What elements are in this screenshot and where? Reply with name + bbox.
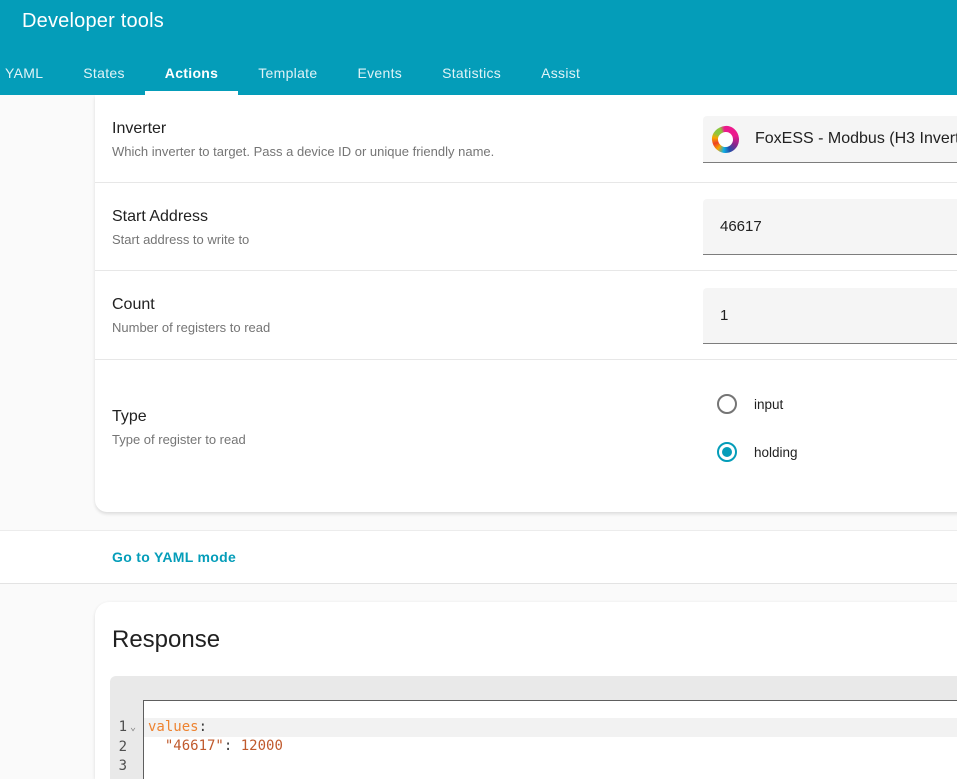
app-header: Developer tools YAML States Actions Temp… bbox=[0, 0, 964, 95]
radio-holding-label: holding bbox=[754, 445, 798, 460]
gutter-line-3: 3 bbox=[110, 757, 143, 777]
foxess-logo-icon bbox=[711, 124, 741, 154]
form-row-start-address: Start Address Start address to write to … bbox=[95, 182, 964, 270]
tab-yaml[interactable]: YAML bbox=[0, 50, 63, 95]
radio-selected-icon[interactable] bbox=[717, 442, 737, 462]
line-number: 1 bbox=[110, 718, 127, 738]
count-input[interactable]: 1 bbox=[703, 288, 964, 344]
code-line-1: values: bbox=[144, 718, 964, 738]
go-to-yaml-mode-button[interactable]: Go to YAML mode bbox=[112, 531, 236, 583]
mode-switch-bar: Go to YAML mode bbox=[0, 530, 964, 584]
action-form-card: Inverter Which inverter to target. Pass … bbox=[95, 95, 964, 512]
line-number: 2 bbox=[110, 738, 127, 758]
tab-states[interactable]: States bbox=[63, 50, 145, 95]
editor-line-number-gutter: 1 ⌄ 2 3 bbox=[110, 718, 143, 777]
radio-option-input[interactable]: input bbox=[717, 394, 783, 414]
tab-statistics[interactable]: Statistics bbox=[422, 50, 521, 95]
start-address-input[interactable]: 46617 bbox=[703, 199, 964, 255]
gutter-line-2: 2 bbox=[110, 738, 143, 758]
yaml-indent bbox=[148, 738, 165, 754]
response-card: Response 1 ⌄ 2 3 values: "46617": 12000 bbox=[95, 602, 964, 779]
type-label: Type bbox=[112, 408, 147, 426]
tab-events[interactable]: Events bbox=[337, 50, 422, 95]
yaml-response-editor: 1 ⌄ 2 3 values: "46617": 12000 bbox=[110, 676, 964, 779]
count-label: Count bbox=[112, 296, 155, 314]
developer-tools-page: Developer tools YAML States Actions Temp… bbox=[0, 0, 964, 779]
yaml-colon: : bbox=[199, 719, 207, 735]
type-description: Type of register to read bbox=[112, 432, 246, 447]
code-area: values: "46617": 12000 bbox=[144, 701, 964, 776]
gutter-line-1: 1 ⌄ bbox=[110, 718, 143, 738]
code-line-2: "46617": 12000 bbox=[144, 737, 964, 757]
radio-unselected-icon[interactable] bbox=[717, 394, 737, 414]
inverter-picker-value: FoxESS - Modbus (H3 Inverter) bbox=[755, 130, 964, 148]
code-editor-content[interactable]: values: "46617": 12000 bbox=[143, 700, 964, 779]
start-address-label: Start Address bbox=[112, 208, 208, 226]
vertical-scrollbar-track[interactable] bbox=[957, 0, 964, 779]
tab-bar: YAML States Actions Template Events Stat… bbox=[0, 50, 600, 95]
fold-chevron-icon[interactable]: ⌄ bbox=[127, 718, 139, 738]
yaml-key: values bbox=[148, 719, 199, 735]
response-title: Response bbox=[112, 626, 220, 654]
tab-assist[interactable]: Assist bbox=[521, 50, 600, 95]
tab-actions[interactable]: Actions bbox=[145, 50, 238, 95]
yaml-value: 12000 bbox=[232, 738, 283, 754]
line-number: 3 bbox=[110, 757, 127, 777]
form-row-type: Type Type of register to read input hold… bbox=[95, 359, 964, 512]
inverter-device-picker[interactable]: FoxESS - Modbus (H3 Inverter) bbox=[703, 116, 964, 163]
start-address-description: Start address to write to bbox=[112, 232, 249, 247]
form-row-inverter: Inverter Which inverter to target. Pass … bbox=[95, 95, 964, 182]
tab-template[interactable]: Template bbox=[238, 50, 337, 95]
yaml-key: "46617" bbox=[165, 738, 224, 754]
form-row-count: Count Number of registers to read 1 bbox=[95, 270, 964, 359]
code-line-3 bbox=[144, 757, 964, 777]
radio-input-label: input bbox=[754, 397, 783, 412]
count-description: Number of registers to read bbox=[112, 320, 270, 335]
inverter-label: Inverter bbox=[112, 120, 166, 138]
page-title: Developer tools bbox=[22, 7, 164, 35]
inverter-description: Which inverter to target. Pass a device … bbox=[112, 144, 494, 159]
radio-option-holding[interactable]: holding bbox=[717, 442, 798, 462]
